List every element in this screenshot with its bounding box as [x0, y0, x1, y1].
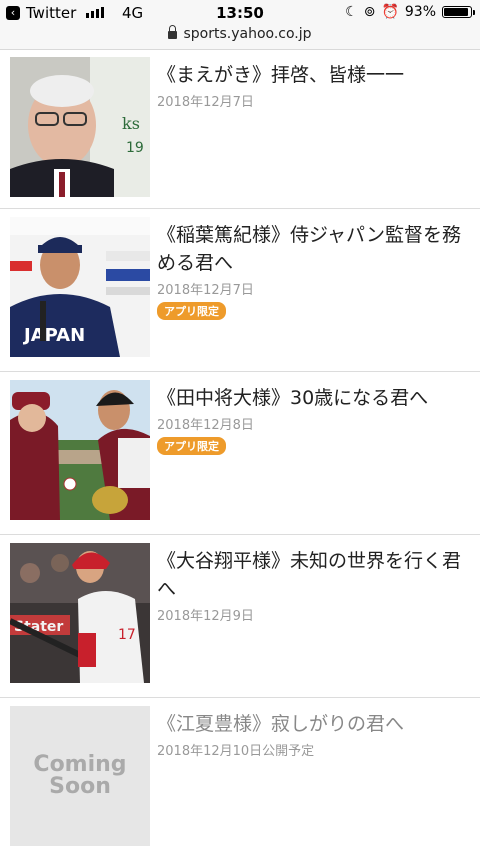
article-date: 2018年12月10日公開予定 — [157, 744, 315, 759]
article-thumbnail: ks 19 — [10, 57, 150, 197]
address-bar[interactable]: sports.yahoo.co.jp — [0, 25, 480, 42]
svg-text:19: 19 — [126, 140, 144, 156]
article-date: 2018年12月7日 — [157, 283, 254, 298]
article-title: 《江夏豊様》寂しがりの君へ — [157, 713, 405, 735]
svg-text:ks: ks — [122, 114, 140, 133]
battery-icon — [442, 6, 475, 18]
article-thumbnail — [10, 380, 150, 520]
article-title[interactable]: 《田中将大様》30歳になる君へ — [157, 384, 470, 412]
coming-soon-placeholder: Coming Soon — [10, 706, 150, 846]
article-item[interactable]: JAPAN 《稲葉篤紀様》侍ジャパン監督を務める君へ 2018年12月7日 アプ… — [0, 209, 480, 372]
app-only-badge: アプリ限定 — [157, 437, 226, 455]
article-item-upcoming: Coming Soon 《江夏豊様》寂しがりの君へ 2018年12月10日公開予… — [0, 698, 480, 858]
article-item[interactable]: 《田中将大様》30歳になる君へ 2018年12月8日 アプリ限定 — [0, 372, 480, 535]
article-item[interactable]: ks 19 《まえがき》拝啓、皆様一一 2018年12月7日 — [0, 50, 480, 209]
status-bar: ‹ Twitter 4G 13:50 ☾ ⊚ ⏰ 93% sports.yaho… — [0, 0, 480, 50]
rotation-lock-icon: ⊚ — [363, 4, 376, 20]
app-only-badge: アプリ限定 — [157, 302, 226, 320]
article-title[interactable]: 《大谷翔平様》未知の世界を行く君へ — [157, 547, 470, 603]
article-thumbnail: Stater 17 — [10, 543, 150, 683]
article-thumbnail: JAPAN — [10, 217, 150, 357]
article-date: 2018年12月8日 — [157, 418, 254, 433]
url-text: sports.yahoo.co.jp — [183, 26, 312, 42]
article-item[interactable]: Stater 17 《大谷翔平様》未知の世界を行く君へ 2018年12月9日 — [0, 535, 480, 698]
moon-icon: ☾ — [345, 4, 358, 20]
article-date: 2018年12月7日 — [157, 95, 254, 110]
article-list: ks 19 《まえがき》拝啓、皆様一一 2018年12月7日 JAPAN 《稲葉… — [0, 50, 480, 858]
battery-percent: 93% — [404, 4, 436, 20]
coming-soon-line1: Coming — [33, 752, 127, 777]
article-title[interactable]: 《まえがき》拝啓、皆様一一 — [157, 61, 470, 89]
lock-icon — [168, 25, 178, 39]
alarm-icon: ⏰ — [381, 4, 399, 20]
article-date: 2018年12月9日 — [157, 609, 254, 624]
svg-text:JAPAN: JAPAN — [22, 325, 85, 346]
coming-soon-line2: Soon — [49, 774, 111, 799]
svg-text:17: 17 — [118, 627, 136, 643]
article-title[interactable]: 《稲葉篤紀様》侍ジャパン監督を務める君へ — [157, 221, 470, 277]
